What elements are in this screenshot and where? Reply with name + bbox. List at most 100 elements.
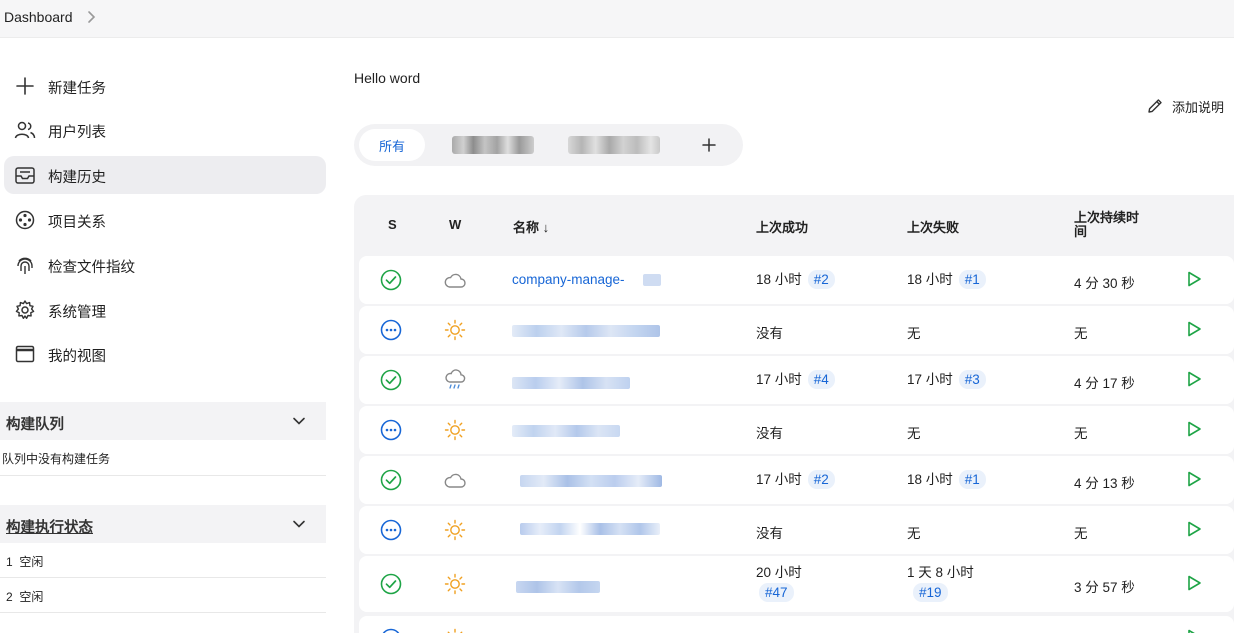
table-row: 没有 无 无 [359, 506, 1234, 554]
last-duration-cell: 4 分 17 秒 [1074, 376, 1135, 391]
last-success-cell: 没有 [756, 526, 783, 541]
job-name-link[interactable]: company-manage- [512, 272, 625, 287]
sidebar-item-my-views[interactable]: 我的视图 [4, 335, 326, 373]
not-built-icon [380, 419, 402, 441]
col-header-last-duration[interactable]: 上次持续时间 [1074, 211, 1148, 239]
job-name-redacted[interactable] [520, 475, 662, 487]
play-icon[interactable] [1185, 370, 1203, 388]
cloud-icon [444, 273, 466, 288]
tab-redacted[interactable] [452, 136, 534, 154]
last-duration-cell: 无 [1074, 426, 1088, 441]
build-queue-empty: 队列中没有构建任务 [2, 452, 111, 466]
sidebar-item-label: 用户列表 [48, 125, 106, 141]
add-description-button[interactable]: 添加说明 [1146, 96, 1224, 116]
chevron-down-icon[interactable] [292, 517, 306, 531]
view-tabs: 所有 [354, 124, 743, 166]
play-icon[interactable] [1185, 420, 1203, 438]
success-check-icon [380, 369, 402, 391]
tab-all[interactable]: 所有 [359, 129, 425, 161]
table-row: 20 小时 #47 1 天 8 小时 #19 3 分 57 秒 [359, 556, 1234, 612]
last-success-cell: 18 小时 #2 [756, 268, 835, 289]
job-name-redacted[interactable] [512, 325, 660, 337]
last-failure-cell: 17 小时 #3 [907, 368, 986, 389]
table-row: company-manage- 18 小时 #2 18 小时 #1 4 分 30 秒 [359, 256, 1234, 304]
plus-icon [16, 77, 34, 95]
add-tab-icon[interactable] [700, 136, 718, 154]
job-name-redacted[interactable] [516, 581, 600, 593]
fingerprint-icon [17, 257, 33, 274]
build-number-badge[interactable]: #47 [759, 583, 794, 602]
build-queue-title: 构建队列 [6, 417, 64, 433]
breadcrumb-dashboard[interactable]: Dashboard [4, 9, 73, 25]
last-success-time: 17 小时 [756, 372, 802, 387]
play-icon[interactable] [1185, 320, 1203, 338]
build-number-badge[interactable]: #4 [807, 370, 835, 389]
users-icon [14, 121, 36, 139]
sidebar-item-label: 检查文件指纹 [48, 260, 135, 276]
build-number-badge[interactable]: #1 [958, 270, 986, 289]
relation-icon [15, 210, 35, 230]
play-icon[interactable] [1185, 574, 1203, 592]
rain-cloud-icon [445, 369, 466, 389]
not-built-icon [382, 628, 400, 633]
job-name-redacted[interactable] [512, 377, 630, 389]
last-failure-time: 18 小时 [907, 472, 953, 487]
table-row: 没有 无 无 [359, 306, 1234, 354]
col-header-status[interactable]: S [388, 217, 397, 232]
sidebar-item-relations[interactable]: 项目关系 [4, 201, 326, 239]
build-number-badge[interactable]: #2 [807, 470, 835, 489]
last-duration-cell: 4 分 30 秒 [1074, 276, 1135, 291]
view-description: Hello word [354, 70, 421, 86]
build-queue-header[interactable]: 构建队列 [0, 402, 326, 440]
build-number-badge[interactable]: #3 [958, 370, 986, 389]
last-success-cell: 没有 [756, 426, 783, 441]
play-icon[interactable] [1185, 470, 1203, 488]
sidebar-item-users[interactable]: 用户列表 [4, 111, 326, 149]
last-duration-cell: 无 [1074, 526, 1088, 541]
job-name-redacted[interactable] [643, 274, 661, 286]
build-number-badge[interactable]: #2 [807, 270, 835, 289]
executors-header[interactable]: 构建执行状态 [0, 505, 326, 543]
col-header-last-success[interactable]: 上次成功 [756, 217, 808, 236]
divider [0, 577, 326, 578]
chevron-down-icon[interactable] [292, 414, 306, 428]
col-header-last-failure[interactable]: 上次失败 [907, 217, 959, 236]
sidebar-item-fingerprint[interactable]: 检查文件指纹 [4, 246, 326, 284]
sidebar-item-label: 我的视图 [48, 349, 106, 365]
build-number-badge[interactable]: #19 [913, 583, 948, 602]
play-icon[interactable] [1185, 520, 1203, 538]
job-name-redacted[interactable] [512, 425, 620, 437]
gear-icon [15, 300, 35, 319]
play-icon[interactable] [1185, 628, 1203, 633]
table-row: 17 小时 #4 17 小时 #3 4 分 17 秒 [359, 356, 1234, 404]
chevron-right-icon[interactable] [86, 9, 98, 25]
sidebar-item-new-task[interactable]: 新建任务 [4, 67, 326, 105]
add-description-label: 添加说明 [1172, 99, 1225, 115]
last-success-time: 18 小时 [756, 272, 802, 287]
sidebar-item-build-history[interactable]: 构建历史 [4, 156, 326, 194]
last-success-cell: 17 小时 #4 [756, 368, 835, 389]
not-built-icon [380, 519, 402, 541]
sidebar-item-label: 项目关系 [48, 215, 106, 231]
last-success-cell: 17 小时 #2 [756, 468, 835, 489]
last-failure-time: 18 小时 [907, 272, 953, 287]
last-success-time: 20 小时 [756, 565, 802, 580]
last-failure-cell: 无 [907, 526, 921, 541]
executor-item: 2 空闲 [6, 588, 43, 605]
build-number-badge[interactable]: #1 [958, 470, 986, 489]
last-failure-time: 1 天 8 小时 [907, 565, 974, 580]
sidebar-item-label: 系统管理 [48, 305, 106, 321]
play-icon[interactable] [1185, 270, 1203, 288]
sort-arrow-icon: ↓ [542, 220, 550, 235]
col-header-weather[interactable]: W [449, 217, 461, 232]
sun-icon [444, 519, 466, 541]
executors-title[interactable]: 构建执行状态 [6, 516, 93, 537]
job-name-redacted[interactable] [520, 523, 660, 535]
sidebar-item-system[interactable]: 系统管理 [4, 291, 326, 329]
executor-id: 2 [6, 590, 13, 604]
sidebar: 新建任务 用户列表 构建历史 项目关系 检查文件指纹 系统管理 我的视图 构建队… [0, 38, 330, 633]
top-bar: Dashboard [0, 0, 1234, 38]
tab-redacted[interactable] [568, 136, 660, 154]
col-header-name[interactable]: 名称 ↓ [513, 217, 549, 236]
sun-icon [444, 573, 466, 595]
